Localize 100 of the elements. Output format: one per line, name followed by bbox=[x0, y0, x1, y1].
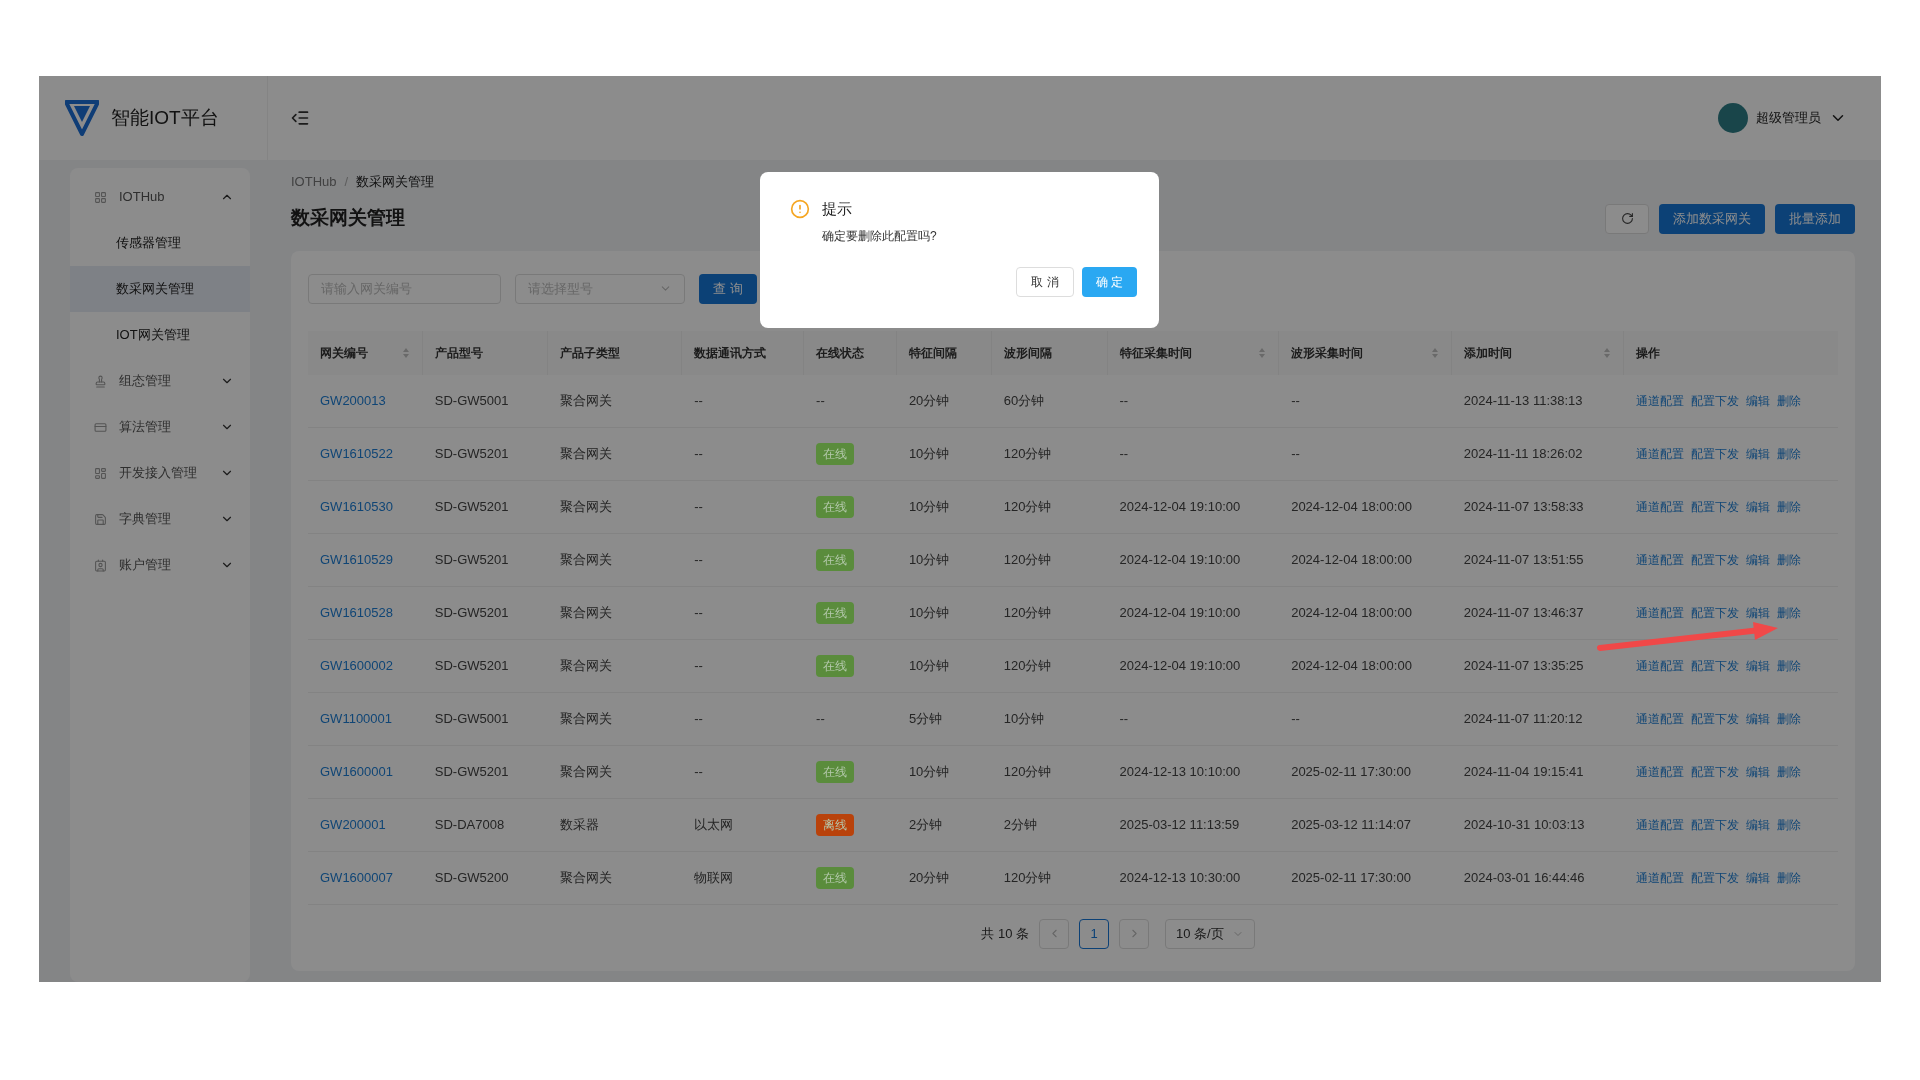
action-link[interactable]: 删除 bbox=[1777, 603, 1802, 622]
sort-icon[interactable] bbox=[1603, 346, 1612, 359]
sidebar-group[interactable]: 字典管理 bbox=[70, 496, 250, 542]
table-cell: 2024-12-04 18:00:00 bbox=[1291, 498, 1412, 514]
gateway-id-link[interactable]: GW1610529 bbox=[320, 551, 393, 567]
action-link[interactable]: 通道配置 bbox=[1636, 391, 1685, 410]
gateway-id-link[interactable]: GW1610528 bbox=[320, 604, 393, 620]
action-link[interactable]: 通道配置 bbox=[1636, 709, 1685, 728]
table-cell: 2024-12-04 19:10:00 bbox=[1119, 604, 1241, 620]
sort-icon[interactable] bbox=[1258, 346, 1267, 359]
gateway-id-link[interactable]: GW200013 bbox=[320, 392, 386, 408]
action-link[interactable]: 编辑 bbox=[1746, 709, 1771, 728]
sidebar-item[interactable]: IOT网关管理 bbox=[70, 312, 250, 358]
table-cell: -- bbox=[694, 551, 703, 567]
user-name[interactable]: 超级管理员 bbox=[1756, 108, 1821, 128]
action-link[interactable]: 通道配置 bbox=[1636, 762, 1685, 781]
page-size-select[interactable]: 10 条/页 bbox=[1165, 918, 1255, 949]
action-link[interactable]: 通道配置 bbox=[1636, 815, 1685, 834]
total-count: 共 10 条 bbox=[981, 924, 1029, 943]
cancel-button[interactable]: 取 消 bbox=[1016, 266, 1074, 297]
column-header: 操作 bbox=[1635, 344, 1662, 362]
action-link[interactable]: 配置下发 bbox=[1691, 815, 1740, 834]
action-link[interactable]: 配置下发 bbox=[1691, 391, 1740, 410]
action-link[interactable]: 通道配置 bbox=[1636, 444, 1685, 463]
action-link[interactable]: 配置下发 bbox=[1691, 550, 1740, 569]
sidebar-group[interactable]: 组态管理 bbox=[70, 358, 250, 404]
logo-icon bbox=[65, 100, 99, 136]
breadcrumb-item[interactable]: IOTHub bbox=[291, 172, 337, 192]
menu-icon[interactable] bbox=[290, 108, 310, 128]
action-link[interactable]: 删除 bbox=[1777, 762, 1802, 781]
next-page-button[interactable] bbox=[1119, 918, 1149, 949]
action-link[interactable]: 配置下发 bbox=[1691, 656, 1740, 675]
sidebar-group[interactable]: 算法管理 bbox=[70, 404, 250, 450]
table-cell: 20分钟 bbox=[908, 869, 950, 885]
table-cell: 2024-12-04 19:10:00 bbox=[1119, 657, 1241, 673]
gateway-id-link[interactable]: GW200001 bbox=[320, 816, 386, 832]
action-link[interactable]: 删除 bbox=[1777, 815, 1802, 834]
action-link[interactable]: 通道配置 bbox=[1636, 497, 1685, 516]
prev-page-button[interactable] bbox=[1039, 918, 1069, 949]
action-link[interactable]: 配置下发 bbox=[1691, 709, 1740, 728]
sort-icon[interactable] bbox=[1430, 346, 1439, 359]
action-link[interactable]: 编辑 bbox=[1746, 444, 1771, 463]
action-link[interactable]: 删除 bbox=[1777, 656, 1802, 675]
action-link[interactable]: 编辑 bbox=[1746, 391, 1771, 410]
action-link[interactable]: 通道配置 bbox=[1636, 868, 1685, 887]
page-button[interactable]: 1 bbox=[1079, 918, 1109, 949]
column-header: 在线状态 bbox=[804, 330, 897, 375]
action-link[interactable]: 删除 bbox=[1777, 497, 1802, 516]
action-link[interactable]: 配置下发 bbox=[1691, 868, 1740, 887]
action-link[interactable]: 编辑 bbox=[1746, 868, 1771, 887]
sidebar-item[interactable]: 数采网关管理 bbox=[70, 266, 250, 312]
sidebar-group[interactable]: IOTHub bbox=[70, 174, 250, 220]
status-tag: 在线 bbox=[816, 442, 855, 465]
table-cell: 120分钟 bbox=[1003, 763, 1052, 779]
action-link[interactable]: 编辑 bbox=[1746, 550, 1771, 569]
table-cell: 聚合网关 bbox=[559, 763, 612, 779]
table-cell: 2024-11-07 13:35:25 bbox=[1463, 657, 1584, 673]
table-cell: SD-GW5001 bbox=[434, 710, 509, 726]
avatar[interactable] bbox=[1718, 103, 1748, 133]
action-link[interactable]: 配置下发 bbox=[1691, 762, 1740, 781]
table-cell: SD-DA7008 bbox=[434, 816, 505, 832]
sort-icon[interactable] bbox=[401, 346, 410, 359]
action-link[interactable]: 删除 bbox=[1777, 709, 1802, 728]
action-link[interactable]: 编辑 bbox=[1746, 815, 1771, 834]
action-link[interactable]: 配置下发 bbox=[1691, 497, 1740, 516]
table-cell: 10分钟 bbox=[908, 604, 950, 620]
stamp-icon bbox=[94, 374, 107, 388]
gateway-id-link[interactable]: GW1600007 bbox=[320, 869, 393, 885]
sidebar-item[interactable]: 传感器管理 bbox=[70, 220, 250, 266]
action-link[interactable]: 编辑 bbox=[1746, 656, 1771, 675]
gateway-id-link[interactable]: GW1610522 bbox=[320, 445, 393, 461]
action-link[interactable]: 配置下发 bbox=[1691, 603, 1740, 622]
sidebar-group[interactable]: 开发接入管理 bbox=[70, 450, 250, 496]
action-link[interactable]: 删除 bbox=[1777, 391, 1802, 410]
toolbar-button[interactable]: 添加数采网关 bbox=[1659, 203, 1765, 234]
action-link[interactable]: 编辑 bbox=[1746, 497, 1771, 516]
table-cell: 2024-11-04 19:15:41 bbox=[1463, 763, 1584, 779]
refresh-button[interactable] bbox=[1605, 203, 1649, 234]
action-link[interactable]: 配置下发 bbox=[1691, 444, 1740, 463]
action-link[interactable]: 编辑 bbox=[1746, 603, 1771, 622]
gateway-id-link[interactable]: GW1600001 bbox=[320, 763, 393, 779]
action-link[interactable]: 编辑 bbox=[1746, 762, 1771, 781]
column-header: 特征间隔 bbox=[896, 330, 992, 375]
grid-icon bbox=[94, 190, 107, 204]
query-button[interactable]: 查 询 bbox=[699, 273, 757, 304]
sidebar-group[interactable]: 账户管理 bbox=[70, 542, 250, 588]
gateway-id-link[interactable]: GW1600002 bbox=[320, 657, 393, 673]
action-link[interactable]: 删除 bbox=[1777, 868, 1802, 887]
action-link[interactable]: 删除 bbox=[1777, 550, 1802, 569]
table-cell: 2024-11-11 18:26:02 bbox=[1463, 445, 1583, 461]
action-link[interactable]: 删除 bbox=[1777, 444, 1802, 463]
confirm-button[interactable]: 确 定 bbox=[1081, 266, 1137, 297]
action-link[interactable]: 通道配置 bbox=[1636, 603, 1685, 622]
gateway-id-link[interactable]: GW1610530 bbox=[320, 498, 393, 514]
table-cell: -- bbox=[816, 392, 825, 408]
action-link[interactable]: 通道配置 bbox=[1636, 656, 1685, 675]
table-cell: 聚合网关 bbox=[559, 657, 612, 673]
action-link[interactable]: 通道配置 bbox=[1636, 550, 1685, 569]
toolbar-button[interactable]: 批量添加 bbox=[1775, 203, 1855, 234]
gateway-id-link[interactable]: GW1100001 bbox=[320, 710, 393, 726]
